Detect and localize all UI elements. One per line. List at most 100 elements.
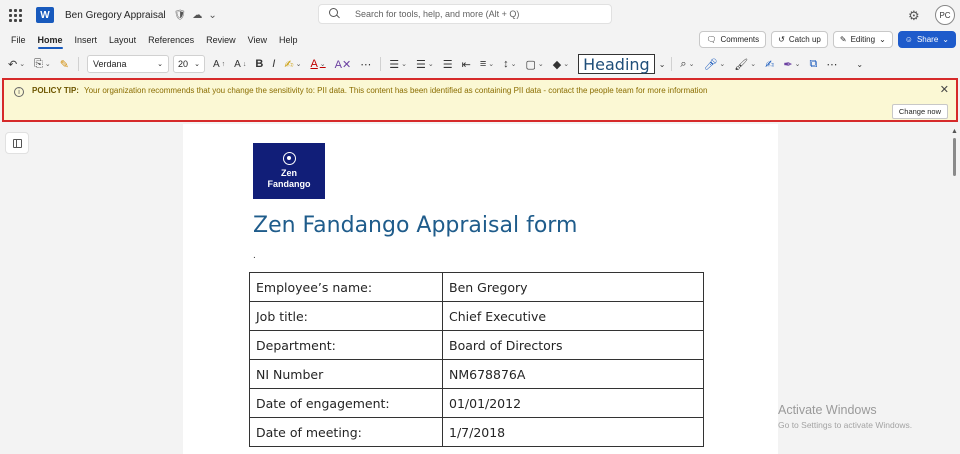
decrease-indent-icon[interactable]: ⇤	[462, 58, 471, 71]
chevron-down-icon: ⌄	[194, 61, 200, 68]
numbering-icon[interactable]: ☰ ⌄	[416, 58, 434, 71]
word-logo-icon: W	[36, 7, 54, 23]
table-cell-label[interactable]: Date of meeting:	[249, 417, 443, 447]
borders-icon[interactable]: ▢ ⌄	[526, 58, 544, 71]
chevron-down-icon[interactable]: ⌄	[659, 60, 666, 69]
ribbon-toolbar: ↶ ⌄ ⎘ ⌄ ✎ Verdana ⌄ 20 ⌄ A ↑ A ↓ B I ✍︎ ⌄ A ⌄ …	[0, 52, 960, 76]
table-cell-label[interactable]: Department:	[249, 330, 443, 360]
editor-icon[interactable]: ✍︎	[765, 58, 774, 71]
table-cell-label[interactable]: NI Number	[249, 359, 443, 389]
activate-windows-subtitle: Go to Settings to activate Windows.	[778, 420, 913, 430]
document-heading[interactable]: Zen Fandango Appraisal form	[253, 213, 577, 238]
app-launcher-button[interactable]	[0, 0, 30, 30]
activate-windows-title: Activate Windows	[778, 403, 877, 417]
scroll-up-icon[interactable]: ▲	[951, 128, 958, 135]
chevron-down-icon: ⌄	[157, 61, 163, 68]
line-spacing-icon[interactable]: ↕ ⌄	[503, 58, 516, 70]
align-icon[interactable]: ≡ ⌄	[480, 58, 494, 70]
tab-view[interactable]: View	[242, 30, 273, 50]
table-row: Department: Board of Directors	[249, 330, 704, 360]
share-people-icon: ☺︎	[904, 35, 913, 44]
grow-font-icon[interactable]: A ↑	[213, 59, 225, 70]
table-cell-value[interactable]: 1/7/2018	[442, 417, 704, 447]
chevron-down-icon: ⌄	[879, 35, 886, 44]
shading-icon[interactable]: ◆ ⌄	[553, 58, 569, 71]
more-options-icon[interactable]: ⋯	[360, 58, 371, 71]
find-icon[interactable]: ⌕ ⌄	[680, 58, 694, 71]
more-ribbon-icon[interactable]: ⋯	[826, 58, 837, 71]
bold-icon[interactable]: B	[255, 58, 263, 70]
info-icon: i	[14, 87, 24, 97]
designer-icon[interactable]: ✒︎ ⌄	[783, 58, 800, 71]
comments-button[interactable]: 🗨︎ Comments	[699, 31, 767, 48]
policy-tip-message: POLICY TIP: Your organization recommends …	[32, 86, 708, 95]
document-title[interactable]: Ben Gregory Appraisal	[65, 10, 166, 21]
paragraph-mark: .	[253, 250, 256, 261]
table-row: Job title: Chief Executive	[249, 301, 704, 331]
policy-tip-bar: i POLICY TIP: Your organization recommend…	[2, 78, 958, 122]
font-family-select[interactable]: Verdana ⌄	[87, 55, 169, 73]
document-page[interactable]: Zen Fandango Zen Fandango Appraisal form…	[183, 124, 778, 454]
waffle-icon	[8, 8, 22, 22]
avatar[interactable]: PC	[935, 5, 955, 25]
search-input[interactable]: Search for tools, help, and more (Alt + …	[355, 9, 519, 19]
chevron-down-icon: ⌄	[942, 35, 949, 44]
shield-icon[interactable]: 🛡︎	[174, 10, 187, 21]
clear-formatting-icon[interactable]: A✕	[335, 58, 352, 71]
italic-icon[interactable]: I	[272, 58, 275, 70]
menu-bar: File Home Insert Layout References Revie…	[0, 30, 960, 50]
search-box[interactable]: Search for tools, help, and more (Alt + …	[318, 4, 612, 24]
table-cell-value[interactable]: Ben Gregory	[442, 272, 704, 302]
table-cell-value[interactable]: 01/01/2012	[442, 388, 704, 418]
style-heading-select[interactable]: Heading	[578, 54, 655, 74]
pencil-icon: ✎	[839, 35, 847, 44]
format-painter-icon[interactable]: ✎	[60, 58, 69, 71]
table-row: NI Number NM678876A	[249, 359, 704, 389]
tab-insert[interactable]: Insert	[69, 30, 104, 50]
search-icon	[329, 8, 341, 20]
table-cell-value[interactable]: NM678876A	[442, 359, 704, 389]
shrink-font-icon[interactable]: A ↓	[234, 59, 246, 70]
multilevel-list-icon[interactable]: ☰	[443, 58, 453, 71]
chevron-down-icon[interactable]: ⌄	[208, 10, 216, 21]
table-row: Date of meeting: 1/7/2018	[249, 417, 704, 447]
table-cell-label[interactable]: Date of engagement:	[249, 388, 443, 418]
tab-home[interactable]: Home	[32, 30, 69, 50]
clipboard-icon[interactable]: ⎘ ⌄	[34, 58, 51, 71]
navigation-pane-icon	[12, 138, 22, 148]
catch-up-icon: ↺	[778, 35, 785, 44]
tab-file[interactable]: File	[5, 30, 32, 50]
tab-layout[interactable]: Layout	[103, 30, 142, 50]
table-cell-value[interactable]: Chief Executive	[442, 301, 704, 331]
share-button[interactable]: ☺︎ Share ⌄	[897, 31, 956, 48]
editing-mode-button[interactable]: ✎ Editing ⌄	[832, 31, 893, 48]
tab-review[interactable]: Review	[200, 30, 242, 50]
table-cell-value[interactable]: Board of Directors	[442, 330, 704, 360]
tab-help[interactable]: Help	[273, 30, 304, 50]
settings-gear-icon[interactable]: ⚙︎	[908, 8, 920, 24]
cloud-sync-icon[interactable]: ☁︎	[192, 10, 202, 21]
close-icon[interactable]: ✕	[940, 83, 949, 96]
sensitivity-icon[interactable]: 🖌︎ ⌄	[734, 58, 756, 71]
bullets-icon[interactable]: ☰ ⌄	[389, 58, 407, 71]
scroll-thumb[interactable]	[953, 138, 956, 176]
comment-icon: 🗨︎	[706, 35, 717, 44]
table-cell-label[interactable]: Employee’s name:	[249, 272, 443, 302]
table-row: Date of engagement: 01/01/2012	[249, 388, 704, 418]
collapse-ribbon-icon[interactable]: ⌄	[856, 60, 863, 69]
font-color-icon[interactable]: A ⌄	[310, 58, 325, 70]
tab-references[interactable]: References	[142, 30, 200, 50]
undo-icon[interactable]: ↶ ⌄	[8, 58, 25, 71]
font-size-select[interactable]: 20 ⌄	[173, 55, 205, 73]
table-cell-label[interactable]: Job title:	[249, 301, 443, 331]
table-row: Employee’s name: Ben Gregory	[249, 272, 704, 302]
highlight-icon[interactable]: ✍︎ ⌄	[284, 58, 301, 71]
navigation-pane-button[interactable]	[5, 132, 29, 154]
copilot-icon[interactable]: ⧉	[809, 58, 817, 71]
change-now-button[interactable]: Change now	[891, 104, 948, 119]
dictate-mic-icon[interactable]: 🎤︎ ⌄	[703, 58, 725, 71]
company-logo: Zen Fandango	[253, 143, 325, 199]
catch-up-button[interactable]: ↺ Catch up	[771, 31, 828, 48]
vertical-scrollbar[interactable]: ▲	[948, 124, 960, 441]
appraisal-table: Employee’s name: Ben Gregory Job title: …	[249, 272, 704, 447]
